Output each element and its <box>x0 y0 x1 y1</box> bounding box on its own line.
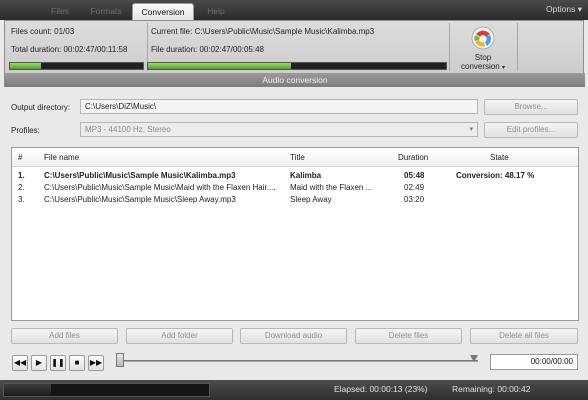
pause-icon: ❚❚ <box>51 358 65 367</box>
file-list-table: # File name Title Duration State 1. C:\U… <box>11 147 579 321</box>
row-duration: 05:48 <box>404 171 425 180</box>
output-directory-label: Output directory: <box>11 103 71 112</box>
elapsed-time: Elapsed: 00:00:13 (23%) <box>334 384 428 394</box>
overall-progress-fill <box>4 384 52 396</box>
file-duration: File duration: 00:02:47/00:05:48 <box>151 45 264 54</box>
conversion-info-panel: Files count: 01/03 Total duration: 00:02… <box>4 20 585 87</box>
seek-end-marker-icon <box>470 355 478 362</box>
chevron-down-icon: ▾ <box>501 65 505 71</box>
row-file-name: C:\Users\Public\Music\Sample Music\Maid … <box>44 183 276 192</box>
seek-track[interactable] <box>118 360 478 362</box>
column-header-duration[interactable]: Duration <box>398 153 428 162</box>
output-directory-field[interactable]: C:\Users\DiZ\Music\ <box>80 99 478 114</box>
remaining-time: Remaining: 00:00:42 <box>452 384 531 394</box>
overall-progress-bar <box>3 383 210 397</box>
download-audio-button[interactable]: Download audio <box>240 328 347 344</box>
rewind-icon: ◀◀ <box>13 358 27 367</box>
row-duration: 02:49 <box>404 183 425 192</box>
profiles-select[interactable]: MP3 - 44100 Hz, Stereo ▾ <box>80 122 478 137</box>
row-state: Conversion: 48.17 % <box>456 171 535 180</box>
table-row[interactable]: 3. C:\Users\Public\Music\Sample Music\Sl… <box>12 193 578 207</box>
edit-profiles-button[interactable]: Edit profiles... <box>484 122 578 138</box>
stop-label-text: conversion <box>461 62 500 71</box>
stop-label: Stop <box>474 53 492 62</box>
time-display: 00:00/00:00 <box>490 354 578 370</box>
options-label: Options <box>546 4 576 14</box>
tab-conversion[interactable]: Conversion <box>132 3 194 20</box>
row-title: Maid with the Flaxen ... <box>290 183 373 192</box>
chevron-down-icon: ▾ <box>469 126 473 133</box>
play-icon: ▶ <box>35 358 43 367</box>
column-header-file-name[interactable]: File name <box>44 153 79 162</box>
tab-help[interactable]: Help <box>196 3 236 20</box>
options-menu[interactable]: Options ▾ <box>546 4 582 15</box>
column-header-number[interactable]: # <box>18 153 22 162</box>
status-bar: Elapsed: 00:00:13 (23%) Remaining: 00:00… <box>0 380 588 400</box>
stop-label-2: conversion ▾ <box>452 62 514 73</box>
profiles-label: Profiles: <box>11 126 40 135</box>
seek-handle[interactable] <box>116 353 124 367</box>
row-title: Sleep Away <box>290 195 332 204</box>
row-duration: 03:20 <box>404 195 425 204</box>
delete-files-button[interactable]: Delete files <box>355 328 462 344</box>
column-header-state[interactable]: State <box>490 153 509 162</box>
tab-bar: Files Formats Conversion Help Options ▾ <box>0 0 588 20</box>
file-progress-bar <box>147 62 447 70</box>
tab-files[interactable]: Files <box>40 3 80 20</box>
divider <box>449 23 450 71</box>
add-files-button[interactable]: Add files <box>11 328 118 344</box>
row-number: 1. <box>18 171 25 180</box>
tab-formats[interactable]: Formats <box>82 3 130 20</box>
total-duration: Total duration: 00:02:47/00:11:58 <box>11 45 128 54</box>
fast-forward-button[interactable]: ▶▶ <box>88 355 104 371</box>
add-folder-button[interactable]: Add folder <box>126 328 233 344</box>
row-file-name: C:\Users\Public\Music\Sample Music\Sleep… <box>44 195 236 204</box>
column-header-title[interactable]: Title <box>290 153 305 162</box>
total-progress-fill <box>10 63 41 69</box>
row-title: Kalimba <box>290 171 322 180</box>
browse-button[interactable]: Browse... <box>484 99 578 115</box>
files-count: Files count: 01/03 <box>11 27 75 36</box>
stop-conversion-button[interactable]: Stop conversion ▾ <box>452 22 514 72</box>
profile-value: MP3 - 44100 Hz, Stereo <box>85 125 171 134</box>
fast-forward-icon: ▶▶ <box>89 358 103 367</box>
total-progress-bar <box>9 62 144 70</box>
section-title: Audio conversion <box>5 73 585 87</box>
stop-icon <box>471 26 495 50</box>
file-progress-fill <box>148 63 292 69</box>
stop-square-icon: ■ <box>74 358 80 367</box>
row-number: 3. <box>18 195 25 204</box>
rewind-button[interactable]: ◀◀ <box>12 355 28 371</box>
current-file: Current file: C:\Users\Public\Music\Samp… <box>151 27 375 36</box>
divider <box>517 23 518 71</box>
chevron-down-icon: ▾ <box>577 4 582 14</box>
play-button[interactable]: ▶ <box>31 355 47 371</box>
row-number: 2. <box>18 183 25 192</box>
stop-button[interactable]: ■ <box>69 355 85 371</box>
table-header: # File name Title Duration State <box>12 148 578 167</box>
delete-all-files-button[interactable]: Delete all files <box>470 328 578 344</box>
row-file-name: C:\Users\Public\Music\Sample Music\Kalim… <box>44 171 236 180</box>
pause-button[interactable]: ❚❚ <box>50 355 66 371</box>
